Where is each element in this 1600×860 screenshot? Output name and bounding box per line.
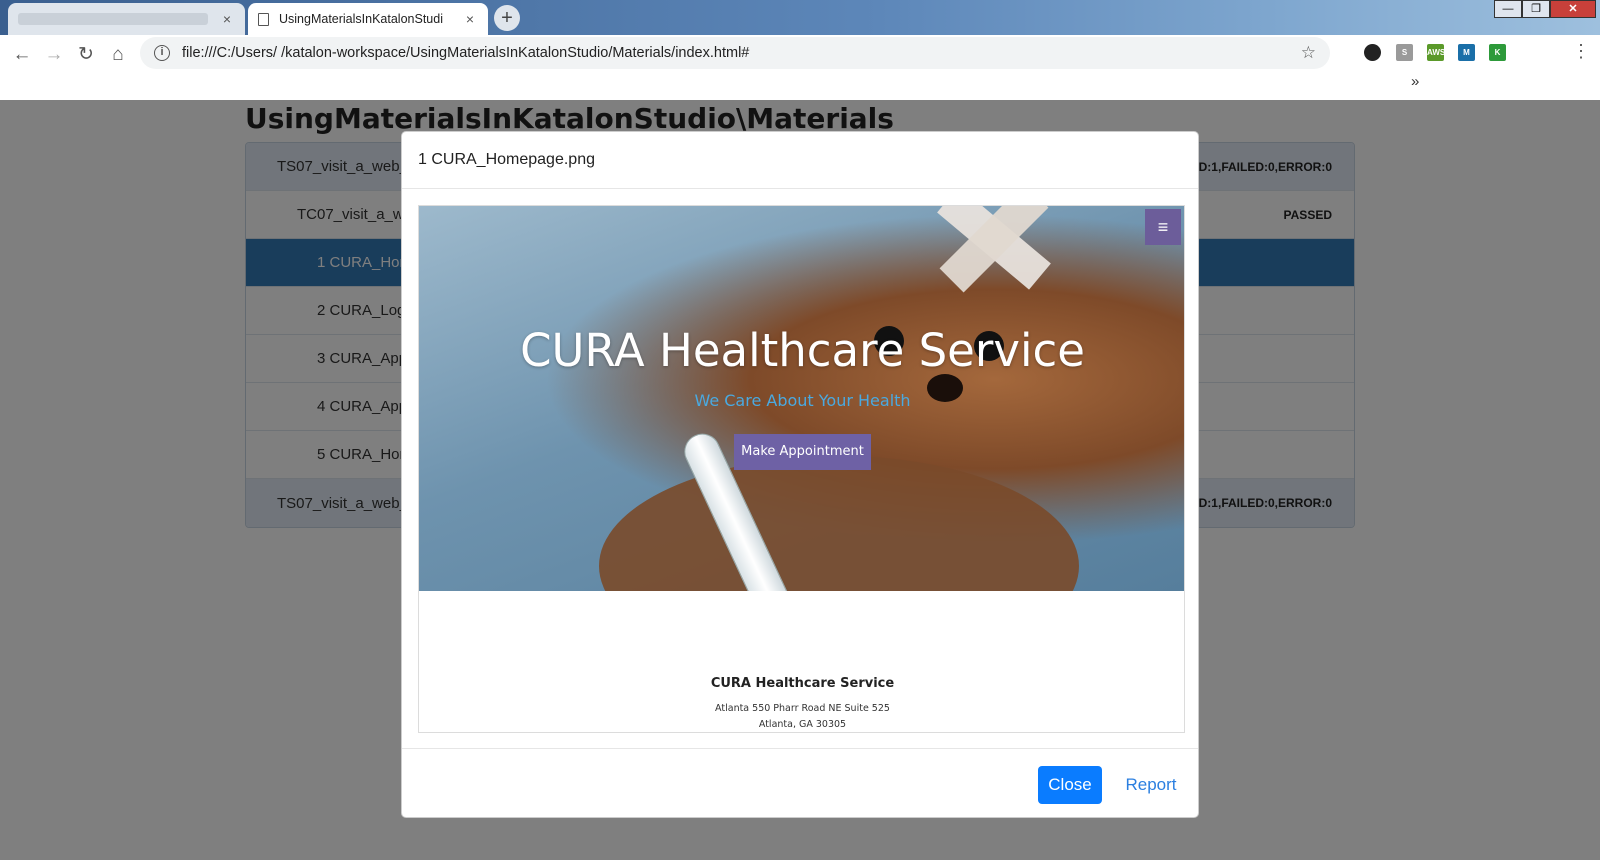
bear-illustration: [599, 456, 1079, 591]
bookmark-star-icon[interactable]: ☆: [1301, 43, 1316, 63]
browser-tabstrip: × UsingMaterialsInKatalonStudi × + — ❐ ✕: [0, 0, 1600, 35]
extension-m-icon[interactable]: M: [1458, 44, 1475, 61]
window-close-icon[interactable]: ✕: [1550, 0, 1596, 18]
report-button[interactable]: Report: [1120, 766, 1182, 804]
extension-k-icon[interactable]: K: [1489, 44, 1506, 61]
browser-menu-icon[interactable]: ⋮: [1572, 41, 1590, 62]
browser-tab-active[interactable]: UsingMaterialsInKatalonStudi ×: [248, 3, 488, 35]
forward-icon[interactable]: →: [40, 41, 68, 69]
page-icon: [258, 12, 269, 26]
url-text[interactable]: file:///C:/Users/ /katalon-workspace/Usi…: [182, 45, 1301, 61]
browser-tab-inactive[interactable]: ×: [8, 3, 245, 35]
tab-close-icon[interactable]: ×: [462, 11, 478, 27]
bookmarks-overflow-icon[interactable]: »: [1411, 73, 1419, 90]
back-icon[interactable]: ←: [8, 41, 36, 69]
close-button[interactable]: Close: [1038, 766, 1102, 804]
browser-toolbar: ← → ↻ ⌂ i file:///C:/Users/ /katalon-wor…: [0, 35, 1600, 105]
cura-tagline: We Care About Your Health: [694, 391, 911, 410]
cura-hero: ≡ CURA Healthcare Service We Care About …: [419, 206, 1184, 591]
cura-footer-name: CURA Healthcare Service: [710, 676, 895, 691]
address-bar[interactable]: i file:///C:/Users/ /katalon-workspace/U…: [140, 37, 1330, 69]
hamburger-menu-icon: ≡: [1145, 209, 1181, 245]
tab-close-icon[interactable]: ×: [219, 11, 235, 27]
screenshot-modal: 1 CURA_Homepage.png ≡ CURA Healthcare Se…: [401, 131, 1199, 818]
screenshot-image: ≡ CURA Healthcare Service We Care About …: [418, 205, 1185, 733]
modal-footer: Close Report: [402, 748, 1198, 818]
cura-heading: CURA Healthcare Service: [520, 324, 1085, 377]
new-tab-button[interactable]: +: [494, 5, 520, 31]
restore-icon[interactable]: ❐: [1522, 0, 1550, 18]
modal-header: 1 CURA_Homepage.png: [402, 132, 1198, 189]
reload-icon[interactable]: ↻: [72, 41, 100, 69]
make-appointment-button: Make Appointment: [734, 434, 871, 470]
address-line-2: Atlanta, GA 30305: [758, 719, 847, 730]
minimize-icon[interactable]: —: [1494, 0, 1522, 18]
window-controls: — ❐ ✕: [1494, 0, 1596, 18]
extension-icon[interactable]: [1364, 44, 1381, 61]
cura-footer-address: Atlanta 550 Pharr Road NE Suite 525 Atla…: [419, 701, 1184, 732]
modal-title: 1 CURA_Homepage.png: [418, 151, 595, 168]
home-icon[interactable]: ⌂: [104, 41, 132, 69]
extension-aws-icon[interactable]: AWS: [1427, 44, 1445, 61]
tab-title: UsingMaterialsInKatalonStudi: [279, 12, 443, 26]
tab-title-redacted: [18, 13, 208, 25]
extension-s-icon[interactable]: S: [1396, 44, 1413, 61]
address-line-1: Atlanta 550 Pharr Road NE Suite 525: [715, 703, 890, 714]
site-info-icon[interactable]: i: [154, 45, 170, 61]
